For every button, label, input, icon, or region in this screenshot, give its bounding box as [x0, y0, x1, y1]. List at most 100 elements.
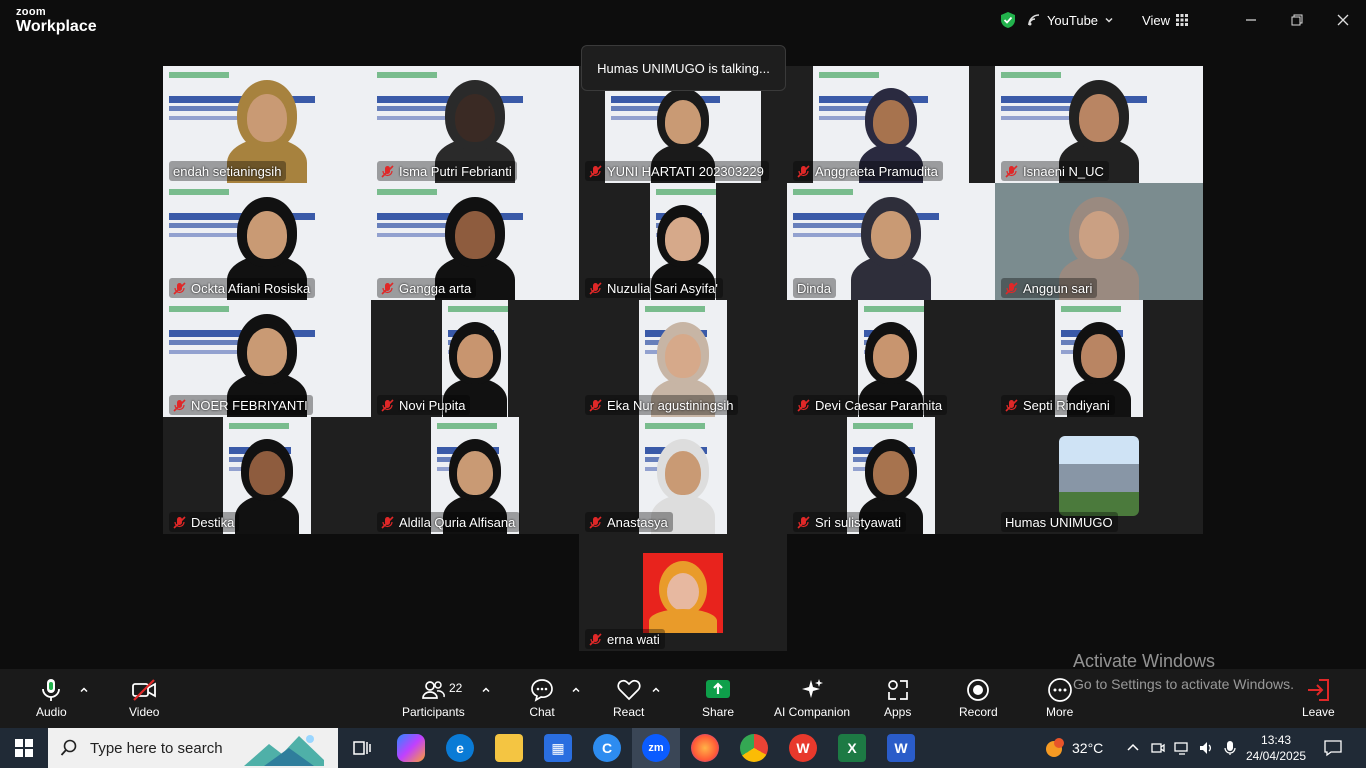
microsoft-store-icon[interactable]: ▦: [544, 734, 572, 762]
participant-name-text: Nuzulia Sari Asyifa': [607, 280, 718, 296]
participant-name: Anastasya: [585, 512, 673, 532]
speaker-icon[interactable]: [1198, 740, 1214, 756]
chat-label: Chat: [529, 705, 555, 719]
share-button[interactable]: Share: [702, 677, 734, 719]
activate-line2: Go to Settings to activate Windows.: [1073, 676, 1294, 692]
ai-companion-button[interactable]: AI Companion: [774, 677, 850, 719]
wps-office-icon[interactable]: W: [789, 734, 817, 762]
microphone-muted-icon: [589, 398, 602, 412]
meet-now-icon[interactable]: [1150, 740, 1166, 756]
brand-top: zoom: [16, 6, 46, 18]
microphone-muted-icon: [381, 515, 394, 529]
zoom-app-icon[interactable]: zm: [642, 734, 670, 762]
participant-name-text: Anastasya: [607, 514, 668, 530]
participant-tile[interactable]: Isma Putri Febrianti: [371, 66, 579, 183]
participant-name: Anggraeta Pramudita: [793, 161, 943, 181]
taskbar-clock[interactable]: 13:43 24/04/2025: [1246, 732, 1306, 764]
participant-tile[interactable]: Ockta Afiani Rosiska: [163, 183, 371, 300]
firefox-icon[interactable]: [691, 734, 719, 762]
view-button[interactable]: View: [1142, 13, 1188, 28]
participant-tile[interactable]: Nuzulia Sari Asyifa': [579, 183, 787, 300]
participant-tile[interactable]: Septi Rindiyani: [995, 300, 1203, 417]
participant-tile[interactable]: Anastasya: [579, 417, 787, 534]
video-gallery: endah setianingsih Isma Putri Febrianti YU…: [163, 66, 1203, 651]
chat-button[interactable]: Chat: [529, 677, 555, 719]
participant-tile[interactable]: Anggun sari: [995, 183, 1203, 300]
participant-name-text: Aldila Quria Alfisana: [399, 514, 516, 530]
task-view-icon[interactable]: [348, 734, 376, 762]
react-button[interactable]: React: [613, 677, 644, 719]
clock-date: 24/04/2025: [1246, 749, 1307, 763]
person-video: [851, 193, 931, 300]
copilot-icon[interactable]: [397, 734, 425, 762]
chrome-icon[interactable]: [740, 734, 768, 762]
participant-name-text: Eka Nur agustiningsih: [607, 397, 734, 413]
participant-tile[interactable]: Gangga arta: [371, 183, 579, 300]
view-label: View: [1142, 12, 1170, 28]
participant-tile[interactable]: NOER FEBRIYANTI: [163, 300, 371, 417]
taskbar-search[interactable]: Type here to search: [48, 728, 338, 768]
microphone-muted-icon: [797, 398, 810, 412]
participant-tile[interactable]: Eka Nur agustiningsih: [579, 300, 787, 417]
weather-temp: 32°C: [1072, 740, 1104, 756]
participant-name: Nuzulia Sari Asyifa': [585, 278, 723, 298]
participant-tile[interactable]: Aldila Quria Alfisana: [371, 417, 579, 534]
leave-button[interactable]: Leave: [1302, 677, 1335, 719]
participant-name: Aldila Quria Alfisana: [377, 512, 521, 532]
react-caret-icon[interactable]: [651, 685, 661, 695]
participant-tile[interactable]: Humas UNIMUGO: [995, 417, 1203, 534]
ai-companion-label: AI Companion: [774, 705, 851, 719]
more-button[interactable]: More: [1046, 677, 1073, 719]
leave-icon: [1308, 679, 1330, 701]
video-button[interactable]: Video: [129, 677, 159, 719]
restore-button[interactable]: [1274, 0, 1320, 40]
shield-check-icon[interactable]: [999, 11, 1017, 29]
participant-name: NOER FEBRIYANTI: [169, 395, 313, 415]
more-icon: [1047, 678, 1072, 702]
more-label: More: [1046, 705, 1074, 719]
participant-name: Destika: [169, 512, 240, 532]
record-button[interactable]: Record: [959, 677, 998, 719]
participant-name-text: Isnaeni N_UC: [1023, 163, 1104, 179]
edge-browser-icon[interactable]: e: [446, 734, 474, 762]
activate-windows-watermark: Activate Windows Go to Settings to activ…: [1073, 651, 1294, 692]
participants-caret-icon[interactable]: [481, 685, 491, 695]
cortana-c-icon[interactable]: C: [593, 734, 621, 762]
notification-icon[interactable]: [1323, 739, 1343, 757]
participant-tile[interactable]: Devi Caesar Paramita: [787, 300, 995, 417]
apps-icon: [887, 680, 908, 700]
youtube-stream-button[interactable]: YouTube: [1027, 13, 1114, 28]
weather-widget[interactable]: 32°C: [1044, 728, 1103, 768]
network-icon[interactable]: [1174, 740, 1190, 756]
participant-name: Sri sulistyawati: [793, 512, 906, 532]
close-button[interactable]: [1320, 0, 1366, 40]
participant-tile[interactable]: Anggraeta Pramudita: [787, 66, 995, 183]
file-explorer-icon[interactable]: [495, 734, 523, 762]
leave-label: Leave: [1302, 705, 1335, 719]
microphone-muted-icon: [1005, 398, 1018, 412]
microphone-muted-icon: [589, 281, 602, 295]
excel-icon[interactable]: X: [838, 734, 866, 762]
participant-tile[interactable]: Novi Pupita: [371, 300, 579, 417]
participants-count: 22: [449, 681, 463, 695]
participant-tile[interactable]: Dinda: [787, 183, 995, 300]
audio-button[interactable]: Audio: [36, 677, 67, 719]
participant-tile[interactable]: endah setianingsih: [163, 66, 371, 183]
chevron-up-icon[interactable]: [1126, 741, 1140, 755]
share-label: Share: [702, 705, 735, 719]
participant-tile[interactable]: erna wati: [579, 534, 787, 651]
word-icon[interactable]: W: [887, 734, 915, 762]
building-avatar: [1059, 436, 1139, 516]
microphone-muted-icon: [381, 281, 394, 295]
apps-button[interactable]: Apps: [884, 677, 911, 719]
microphone-tray-icon[interactable]: [1224, 740, 1236, 756]
start-button[interactable]: [0, 728, 48, 768]
chat-caret-icon[interactable]: [571, 685, 581, 695]
minimize-button[interactable]: [1228, 0, 1274, 40]
participant-name: Isma Putri Febrianti: [377, 161, 517, 181]
audio-options-caret-icon[interactable]: [79, 685, 89, 695]
participant-name-text: Anggun sari: [1023, 280, 1093, 296]
participant-tile[interactable]: Isnaeni N_UC: [995, 66, 1203, 183]
participant-tile[interactable]: Sri sulistyawati: [787, 417, 995, 534]
participant-tile[interactable]: Destika: [163, 417, 371, 534]
